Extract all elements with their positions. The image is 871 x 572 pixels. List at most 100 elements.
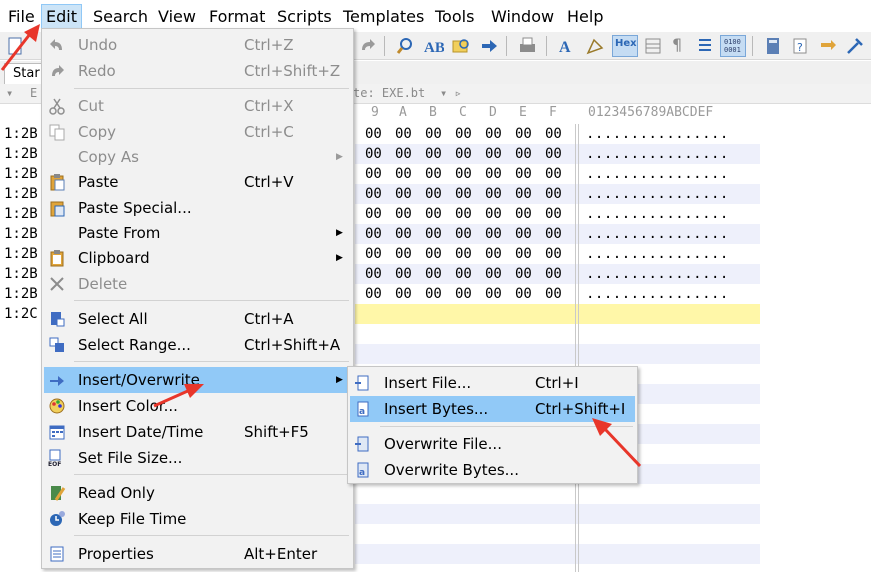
help-search-icon[interactable]: ?: [790, 35, 812, 57]
hex-byte[interactable]: 00: [395, 264, 412, 284]
hex-byte[interactable]: 00: [425, 204, 442, 224]
hex-byte[interactable]: 00: [485, 284, 502, 304]
menu-item-paste-special[interactable]: Paste Special...: [44, 195, 351, 221]
hex-byte[interactable]: 00: [515, 264, 532, 284]
hex-byte[interactable]: 00: [485, 244, 502, 264]
hex-byte[interactable]: 00: [425, 244, 442, 264]
menu-item-clipboard[interactable]: Clipboard ▶: [44, 245, 351, 271]
hex-byte[interactable]: 00: [455, 124, 472, 144]
hex-byte[interactable]: 00: [365, 244, 382, 264]
hex-byte[interactable]: 00: [455, 284, 472, 304]
hex-byte[interactable]: 00: [365, 184, 382, 204]
print-icon[interactable]: [516, 35, 538, 57]
hex-byte[interactable]: 00: [485, 224, 502, 244]
hex-byte[interactable]: 00: [545, 124, 562, 144]
menu-item-select-range[interactable]: Select Range... Ctrl+Shift+A: [44, 332, 351, 358]
menu-item-set-file-size[interactable]: EOF Set File Size...: [44, 445, 351, 471]
find-in-files-icon[interactable]: [450, 35, 472, 57]
hex-byte[interactable]: 00: [425, 144, 442, 164]
hex-byte[interactable]: 00: [515, 124, 532, 144]
goto-icon[interactable]: [478, 35, 500, 57]
hex-byte[interactable]: 00: [485, 144, 502, 164]
redo-toolbar-icon[interactable]: [356, 35, 378, 57]
replace-icon[interactable]: AB: [422, 35, 445, 57]
hex-byte[interactable]: 00: [515, 224, 532, 244]
tools-icon[interactable]: [844, 35, 866, 57]
menu-item-read-only[interactable]: Read Only: [44, 480, 351, 506]
menu-scripts[interactable]: Scripts: [273, 4, 336, 30]
hex-byte[interactable]: 00: [425, 284, 442, 304]
hex-byte[interactable]: 00: [395, 164, 412, 184]
hex-byte[interactable]: 00: [395, 224, 412, 244]
menu-search[interactable]: Search: [89, 4, 152, 30]
hex-byte[interactable]: 00: [365, 264, 382, 284]
hex-byte[interactable]: 00: [545, 144, 562, 164]
menu-help[interactable]: Help: [563, 4, 607, 30]
hex-byte[interactable]: 00: [425, 164, 442, 184]
menu-item-paste[interactable]: Paste Ctrl+V: [44, 169, 351, 195]
hex-byte[interactable]: 00: [515, 144, 532, 164]
menu-view[interactable]: View: [154, 4, 200, 30]
hex-byte[interactable]: 00: [365, 224, 382, 244]
hex-byte[interactable]: 00: [515, 244, 532, 264]
hex-byte[interactable]: 00: [485, 264, 502, 284]
hex-byte[interactable]: 00: [545, 224, 562, 244]
menu-item-redo[interactable]: Redo Ctrl+Shift+Z: [44, 58, 351, 84]
submenu-item-insert-file[interactable]: Insert File... Ctrl+I: [350, 370, 635, 396]
menu-item-copy-as[interactable]: Copy As ▶: [44, 144, 351, 170]
hex-byte[interactable]: 00: [455, 144, 472, 164]
hex-byte[interactable]: 00: [455, 164, 472, 184]
compare-icon[interactable]: [818, 35, 840, 57]
menu-item-undo[interactable]: Undo Ctrl+Z: [44, 32, 351, 58]
hex-byte[interactable]: 00: [425, 264, 442, 284]
hex-mode-button[interactable]: Hex: [612, 35, 638, 57]
font-icon[interactable]: A: [556, 35, 578, 57]
hex-byte[interactable]: 00: [545, 204, 562, 224]
hex-byte[interactable]: 00: [395, 144, 412, 164]
hex-byte[interactable]: 00: [485, 124, 502, 144]
hex-byte[interactable]: 00: [395, 124, 412, 144]
hex-byte[interactable]: 00: [545, 184, 562, 204]
menu-item-properties[interactable]: Properties Alt+Enter: [44, 541, 351, 567]
pilcrow-icon[interactable]: ¶: [668, 35, 690, 57]
calculator-icon[interactable]: [762, 35, 784, 57]
template-dropdown-icon[interactable]: ▾ ▹: [440, 86, 462, 100]
hex-byte[interactable]: 00: [395, 184, 412, 204]
hex-byte[interactable]: 00: [545, 284, 562, 304]
menu-window[interactable]: Window: [487, 4, 558, 30]
hex-byte[interactable]: 00: [485, 184, 502, 204]
hex-byte[interactable]: 00: [515, 184, 532, 204]
hex-byte[interactable]: 00: [545, 164, 562, 184]
hex-byte[interactable]: 00: [515, 204, 532, 224]
hex-byte[interactable]: 00: [395, 244, 412, 264]
menu-format[interactable]: Format: [205, 4, 269, 30]
columns-icon[interactable]: [642, 35, 664, 57]
menu-item-cut[interactable]: Cut Ctrl+X: [44, 93, 351, 119]
collapse-icon[interactable]: ▾: [6, 86, 13, 100]
hex-byte[interactable]: 00: [485, 204, 502, 224]
menu-item-delete[interactable]: Delete: [44, 271, 351, 297]
hex-byte[interactable]: 00: [395, 204, 412, 224]
hex-byte[interactable]: 00: [425, 124, 442, 144]
hex-byte[interactable]: 00: [455, 244, 472, 264]
menu-item-keep-file-time[interactable]: Keep File Time: [44, 506, 351, 532]
hex-byte[interactable]: 00: [515, 284, 532, 304]
menu-templates[interactable]: Templates: [339, 4, 428, 30]
hex-byte[interactable]: 00: [455, 264, 472, 284]
highlight-icon[interactable]: [584, 35, 606, 57]
hex-byte[interactable]: 00: [365, 124, 382, 144]
menu-item-paste-from[interactable]: Paste From ▶: [44, 220, 351, 246]
hex-byte[interactable]: 00: [545, 244, 562, 264]
lines-icon[interactable]: [694, 35, 716, 57]
hex-byte[interactable]: 00: [425, 184, 442, 204]
hex-byte[interactable]: 00: [365, 144, 382, 164]
hex-byte[interactable]: 00: [455, 224, 472, 244]
hex-byte[interactable]: 00: [365, 164, 382, 184]
menu-tools[interactable]: Tools: [431, 4, 478, 30]
menu-item-select-all[interactable]: Select All Ctrl+A: [44, 306, 351, 332]
hex-byte[interactable]: 00: [395, 284, 412, 304]
menu-item-insert-date-time[interactable]: Insert Date/Time Shift+F5: [44, 419, 351, 445]
find-icon[interactable]: [394, 35, 416, 57]
hex-byte[interactable]: 00: [485, 164, 502, 184]
hex-byte[interactable]: 00: [455, 184, 472, 204]
